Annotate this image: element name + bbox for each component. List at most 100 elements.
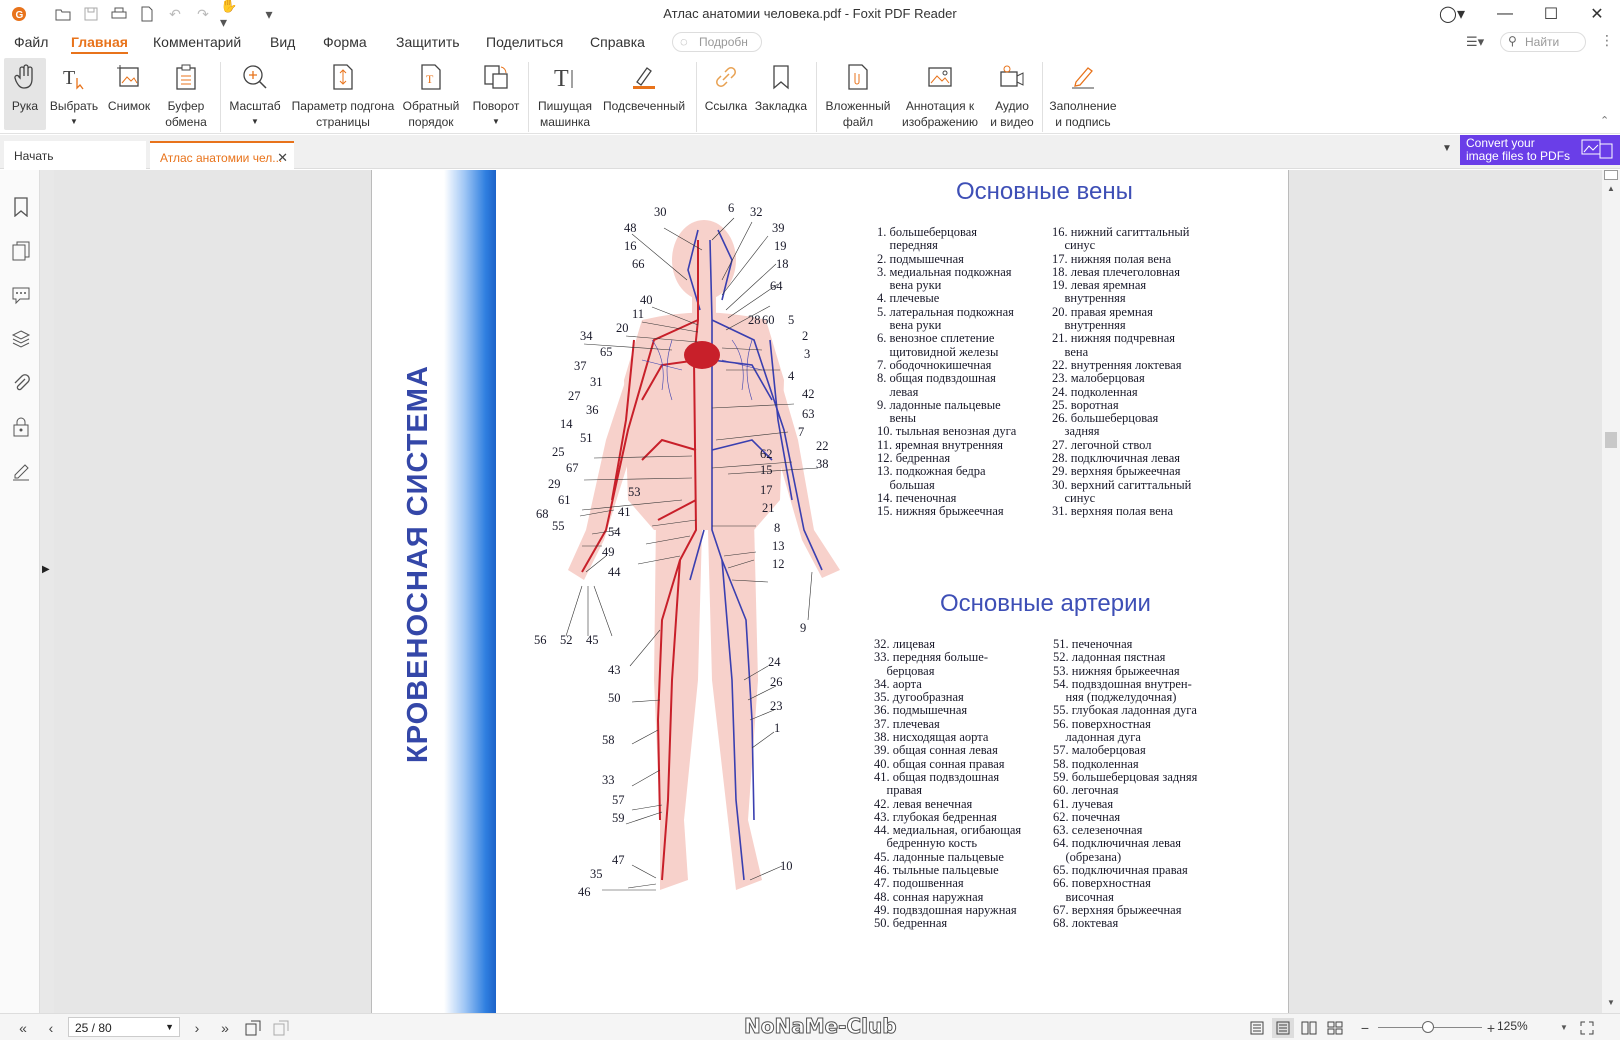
audio-video-button[interactable]: Аудио и видео xyxy=(986,58,1038,130)
list-item: передняя xyxy=(877,238,938,253)
single-page-view-icon[interactable] xyxy=(1246,1018,1268,1038)
list-item: 6. венозное сплетение xyxy=(877,331,995,346)
continuous-view-icon[interactable] xyxy=(1272,1018,1294,1038)
panel-splitter[interactable]: ▶ xyxy=(40,170,54,1013)
snapshot-button[interactable]: Снимок xyxy=(104,58,154,130)
image-annotation-button[interactable]: Аннотация к изображению xyxy=(898,58,982,130)
list-item: 54. подвздошная внутрен- xyxy=(1053,676,1192,691)
menu-share[interactable]: Поделиться xyxy=(486,34,563,50)
search-input[interactable]: ⚲ Найти xyxy=(1500,32,1586,52)
tab-start[interactable]: Начать xyxy=(4,141,146,169)
menu-comment[interactable]: Комментарий xyxy=(153,34,241,50)
list-item: 62. почечная xyxy=(1053,809,1121,824)
signature-panel-icon[interactable] xyxy=(10,460,32,482)
zoom-level[interactable]: 125% xyxy=(1497,1019,1528,1033)
fill-sign-button[interactable]: Заполнение и подпись xyxy=(1046,58,1120,130)
svg-text:34: 34 xyxy=(580,329,593,343)
layers-panel-icon[interactable] xyxy=(10,328,32,350)
split-view-handle[interactable] xyxy=(1604,170,1618,180)
previous-view-icon[interactable] xyxy=(242,1018,264,1038)
list-item: 25. воротная xyxy=(1052,397,1119,412)
svg-text:52: 52 xyxy=(560,633,573,647)
list-item: 47. подошвенная xyxy=(874,876,964,891)
svg-text:26: 26 xyxy=(770,675,783,689)
next-view-icon[interactable] xyxy=(270,1018,292,1038)
reverse-order-icon: T xyxy=(416,62,446,92)
list-item: 55. глубокая ладонная дуга xyxy=(1053,703,1197,718)
more-options-icon[interactable]: ⋮ xyxy=(1600,32,1614,49)
maximize-button[interactable]: ☐ xyxy=(1528,0,1574,28)
svg-text:66: 66 xyxy=(632,257,645,271)
zoom-out-icon[interactable]: − xyxy=(1354,1018,1376,1038)
fit-page-button[interactable]: Параметр подгона страницы xyxy=(290,58,396,130)
svg-text:54: 54 xyxy=(608,525,621,539)
menu-protect[interactable]: Защитить xyxy=(396,34,460,50)
minimize-button[interactable]: — xyxy=(1482,0,1528,28)
link-icon xyxy=(711,62,741,92)
close-tab-icon[interactable]: ✕ xyxy=(277,150,288,166)
attachment-button[interactable]: Вложенный файл xyxy=(822,58,894,130)
close-button[interactable]: ✕ xyxy=(1574,0,1620,28)
zoom-dropdown-icon[interactable]: ▼ xyxy=(1560,1023,1568,1032)
list-item: 67. верхняя брыжеечная xyxy=(1053,902,1182,917)
search-options-icon[interactable]: ☰▾ xyxy=(1466,34,1484,50)
clipboard-button[interactable]: Буфер обмена xyxy=(158,58,214,130)
pages-panel-icon[interactable] xyxy=(10,240,32,262)
list-item: 38. нисходящая аорта xyxy=(874,730,989,745)
tab-list-dropdown-icon[interactable]: ▼ xyxy=(1442,143,1452,154)
attachments-panel-icon[interactable] xyxy=(10,372,32,394)
previous-page-icon[interactable]: ‹ xyxy=(40,1018,62,1038)
menu-form[interactable]: Форма xyxy=(323,34,367,50)
page-number-input[interactable]: 25 / 80 ▼ xyxy=(68,1017,180,1037)
page-dropdown-icon[interactable]: ▼ xyxy=(165,1022,174,1032)
list-item: 31. верхняя полая вена xyxy=(1052,504,1173,519)
typewriter-button[interactable]: T Пишущая машинка xyxy=(534,58,596,130)
bookmarks-panel-icon[interactable] xyxy=(10,196,32,218)
facing-view-icon[interactable] xyxy=(1298,1018,1320,1038)
fullscreen-icon[interactable] xyxy=(1576,1018,1598,1038)
svg-text:1: 1 xyxy=(774,721,780,735)
zoom-button[interactable]: Масштаб ▼ xyxy=(224,58,286,130)
first-page-icon[interactable]: « xyxy=(12,1018,34,1038)
menu-view[interactable]: Вид xyxy=(270,34,295,50)
select-tool-button[interactable]: T Выбрать ▼ xyxy=(48,58,100,130)
scroll-thumb[interactable] xyxy=(1605,432,1617,448)
list-item: 59. большеберцовая задняя xyxy=(1053,769,1198,784)
list-item: внутренняя xyxy=(1052,318,1126,333)
collapse-ribbon-icon[interactable]: ⌃ xyxy=(1600,114,1609,127)
svg-text:T: T xyxy=(554,66,569,90)
menu-help[interactable]: Справка xyxy=(590,34,645,50)
next-page-icon[interactable]: › xyxy=(186,1018,208,1038)
scroll-down-icon[interactable]: ▼ xyxy=(1604,998,1618,1008)
menu-home[interactable]: Главная xyxy=(71,34,128,54)
vertical-scrollbar[interactable]: ▲ ▼ xyxy=(1602,170,1620,1013)
security-panel-icon[interactable] xyxy=(10,416,32,438)
menu-file[interactable]: Файл xyxy=(14,34,48,50)
zoom-slider-thumb[interactable] xyxy=(1422,1021,1434,1033)
scroll-up-icon[interactable]: ▲ xyxy=(1604,184,1618,194)
last-page-icon[interactable]: » xyxy=(214,1018,236,1038)
tell-me-input[interactable]: ◌ Подробн xyxy=(672,32,762,52)
rotate-button[interactable]: Поворот ▼ xyxy=(466,58,526,130)
continuous-facing-view-icon[interactable] xyxy=(1324,1018,1346,1038)
list-item: 50. бедренная xyxy=(874,916,948,931)
account-icon[interactable]: ◯▾ xyxy=(1422,0,1482,28)
bookmark-button[interactable]: Закладка xyxy=(754,58,808,130)
promo-banner[interactable]: Convert your image files to PDFs xyxy=(1460,135,1620,165)
hand-tool-button[interactable]: Рука xyxy=(4,58,46,130)
highlight-button[interactable]: Подсвеченный xyxy=(600,58,688,130)
list-item: 63. селезеночная xyxy=(1053,823,1143,838)
document-view[interactable]: КРОВЕНОСНАЯ СИСТЕМА 30 6 32 48 39 16 19 … xyxy=(54,170,1602,1013)
list-item: 20. правая яремная xyxy=(1052,304,1153,319)
tab-document[interactable]: Атлас анатомии чел... ✕ xyxy=(150,141,294,169)
list-item: 21. нижняя подчревная xyxy=(1052,331,1175,346)
circulatory-system-figure: 30 6 32 48 3916 1966 18 644011 28 60 5 20234 6… xyxy=(534,201,840,899)
list-item: щитовидной железы xyxy=(877,344,999,359)
svg-text:48: 48 xyxy=(624,221,637,235)
list-item: 19. левая яремная xyxy=(1052,278,1147,293)
link-button[interactable]: Ссылка xyxy=(702,58,750,130)
comments-panel-icon[interactable] xyxy=(10,284,32,306)
expand-panel-icon[interactable]: ▶ xyxy=(42,564,50,575)
reverse-order-button[interactable]: T Обратный порядок xyxy=(400,58,462,130)
list-item: задняя xyxy=(1052,424,1100,439)
